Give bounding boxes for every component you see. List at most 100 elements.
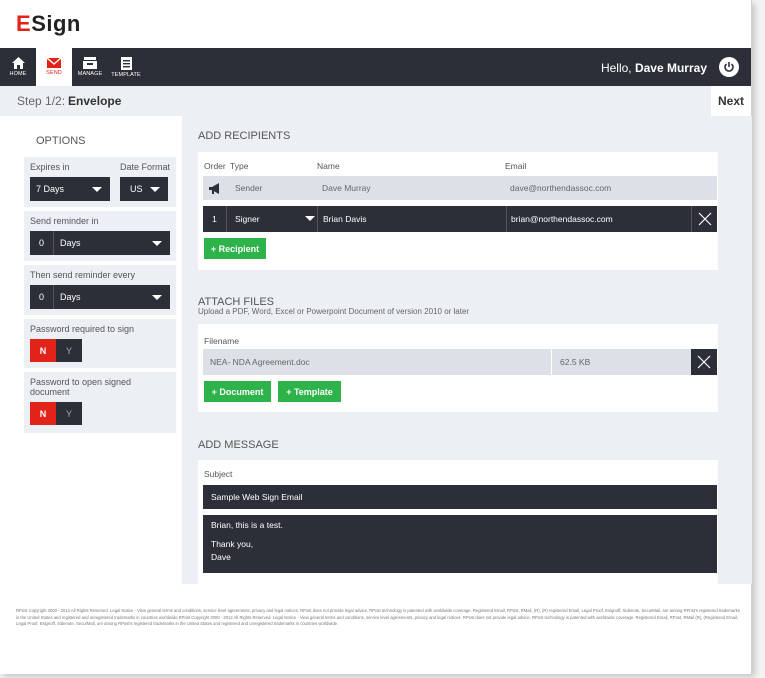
close-icon — [697, 355, 711, 369]
password-sign-label: Password required to sign — [30, 324, 135, 334]
order-header: Order — [204, 161, 226, 171]
recipients-title: ADD RECIPIENTS — [198, 130, 291, 142]
subject-label: Subject — [204, 469, 233, 479]
brand-bar: ESign — [0, 0, 751, 48]
main-content: OPTIONS Expires in 7 Days Date Format US — [0, 116, 752, 584]
sender-email: dave@northendassoc.com — [510, 183, 612, 193]
document-icon — [120, 56, 132, 70]
nav-send-label: SEND — [46, 70, 62, 76]
envelope-panel: ADD RECIPIENTS Order Type Name Email Sen… — [182, 116, 752, 584]
message-body-input[interactable]: Brian, this is a test. Thank you, Dave — [203, 515, 717, 573]
nav-manage[interactable]: MANAGE — [72, 48, 108, 86]
sender-row: Sender Dave Murray dave@northendassoc.co… — [203, 176, 717, 200]
password-open-block: Password to open signed document N Y — [24, 372, 176, 433]
add-recipient-button[interactable]: + Recipient — [204, 238, 266, 259]
date-format-select[interactable]: US — [120, 177, 168, 201]
password-open-no[interactable]: N — [30, 402, 56, 425]
power-icon — [724, 62, 734, 72]
options-title: OPTIONS — [36, 135, 86, 147]
step-bar: Step 1/2: Envelope Next — [0, 86, 751, 116]
chevron-down-icon — [305, 216, 315, 221]
subject-input[interactable]: Sample Web Sign Email — [203, 485, 717, 509]
then-reminder-block: Then send reminder every 0 Days — [24, 265, 176, 315]
password-sign-toggle: N Y — [30, 339, 170, 362]
home-icon — [11, 57, 25, 69]
next-button[interactable]: Next — [711, 86, 751, 116]
expires-value: 7 Days — [36, 184, 65, 194]
message-line: Dave — [211, 551, 231, 562]
password-open-toggle: N Y — [30, 402, 170, 425]
nav-home[interactable]: HOME — [0, 48, 36, 86]
filename-header: Filename — [204, 336, 239, 346]
envelope-icon — [47, 58, 61, 68]
message-line: Brian, this is a test. — [211, 520, 283, 530]
password-sign-yes[interactable]: Y — [56, 339, 82, 362]
send-reminder-label: Send reminder in — [30, 216, 99, 226]
expires-label: Expires in — [30, 162, 70, 172]
chevron-down-icon — [152, 295, 162, 300]
date-format-label: Date Format — [120, 162, 171, 172]
nav-manage-label: MANAGE — [77, 71, 103, 77]
add-template-button[interactable]: + Template — [278, 381, 341, 402]
file-row: NEA- NDA Agreement.doc 62.5 KB — [203, 349, 717, 375]
send-reminder-unit: Days — [60, 238, 81, 248]
step-name: Envelope — [68, 94, 122, 108]
then-reminder-unit-select[interactable]: Days — [54, 285, 170, 309]
attach-files-subtitle: Upload a PDF, Word, Excel or Powerpoint … — [198, 307, 470, 316]
password-sign-no[interactable]: N — [30, 339, 56, 362]
nav-home-label: HOME — [9, 71, 27, 77]
then-reminder-unit: Days — [60, 292, 81, 302]
greeting-prefix: Hello, — [600, 61, 635, 75]
logo-text: Sign — [31, 11, 81, 36]
password-open-yes[interactable]: Y — [56, 402, 82, 425]
nav-template[interactable]: TEMPLATE — [108, 48, 144, 86]
email-header: Email — [505, 161, 527, 171]
file-size: 62.5 KB — [551, 349, 691, 375]
chevron-down-icon — [152, 241, 162, 246]
then-reminder-number[interactable]: 0 — [30, 285, 54, 309]
close-icon — [698, 212, 711, 226]
nav-template-label: TEMPLATE — [111, 71, 141, 78]
app-window: ESign HOME SEND MANAGE TEMPLATE Hello, D… — [0, 0, 752, 674]
password-open-label: Password to open signed document — [30, 377, 132, 397]
file-name: NEA- NDA Agreement.doc — [210, 357, 310, 367]
user-greeting: Hello, Dave Murray — [601, 61, 707, 75]
signer-row: 1 Signer Brian Davis brian@northendassoc… — [203, 206, 717, 232]
signer-name[interactable]: Brian Davis — [317, 206, 507, 232]
message-line: Thank you, — [211, 538, 254, 549]
user-name: Dave Murray — [634, 61, 707, 75]
nav-send[interactable]: SEND — [36, 48, 72, 86]
password-sign-block: Password required to sign N Y — [24, 319, 176, 368]
add-document-button[interactable]: + Document — [204, 381, 271, 402]
options-panel: OPTIONS Expires in 7 Days Date Format US — [24, 123, 176, 527]
power-button[interactable] — [719, 57, 739, 77]
sender-name: Dave Murray — [322, 183, 371, 193]
chevron-down-icon — [92, 187, 102, 192]
expires-select[interactable]: 7 Days — [30, 177, 110, 201]
send-reminder-block: Send reminder in 0 Days — [24, 211, 176, 261]
signer-order[interactable]: 1 — [203, 206, 227, 232]
signer-type-select[interactable]: Signer — [231, 206, 317, 232]
message-card: Subject Sample Web Sign Email Brian, thi… — [198, 460, 718, 584]
megaphone-icon — [209, 176, 229, 200]
remove-recipient-button[interactable] — [691, 206, 717, 232]
logo-letter: E — [16, 11, 32, 36]
copyright-footer: RPost Copyright 2000 - 2012 All Rights R… — [16, 608, 740, 626]
signer-email[interactable]: brian@northendassoc.com — [506, 206, 691, 232]
send-reminder-number[interactable]: 0 — [30, 231, 54, 255]
step-indicator: Step 1/2: — [17, 94, 66, 108]
add-message-title: ADD MESSAGE — [198, 439, 279, 451]
type-header: Type — [230, 161, 249, 171]
send-reminder-unit-select[interactable]: Days — [54, 231, 170, 255]
sender-type: Sender — [235, 183, 263, 193]
chevron-down-icon — [150, 187, 160, 192]
signer-type: Signer — [235, 214, 260, 224]
then-reminder-label: Then send reminder every — [30, 270, 136, 280]
name-header: Name — [317, 161, 340, 171]
files-card: Filename NEA- NDA Agreement.doc 62.5 KB … — [198, 324, 718, 412]
date-format-value: US — [130, 184, 143, 194]
inbox-icon — [83, 57, 97, 69]
expires-block: Expires in 7 Days Date Format US — [24, 157, 176, 207]
remove-file-button[interactable] — [691, 349, 717, 375]
esign-logo[interactable]: ESign — [16, 11, 81, 37]
